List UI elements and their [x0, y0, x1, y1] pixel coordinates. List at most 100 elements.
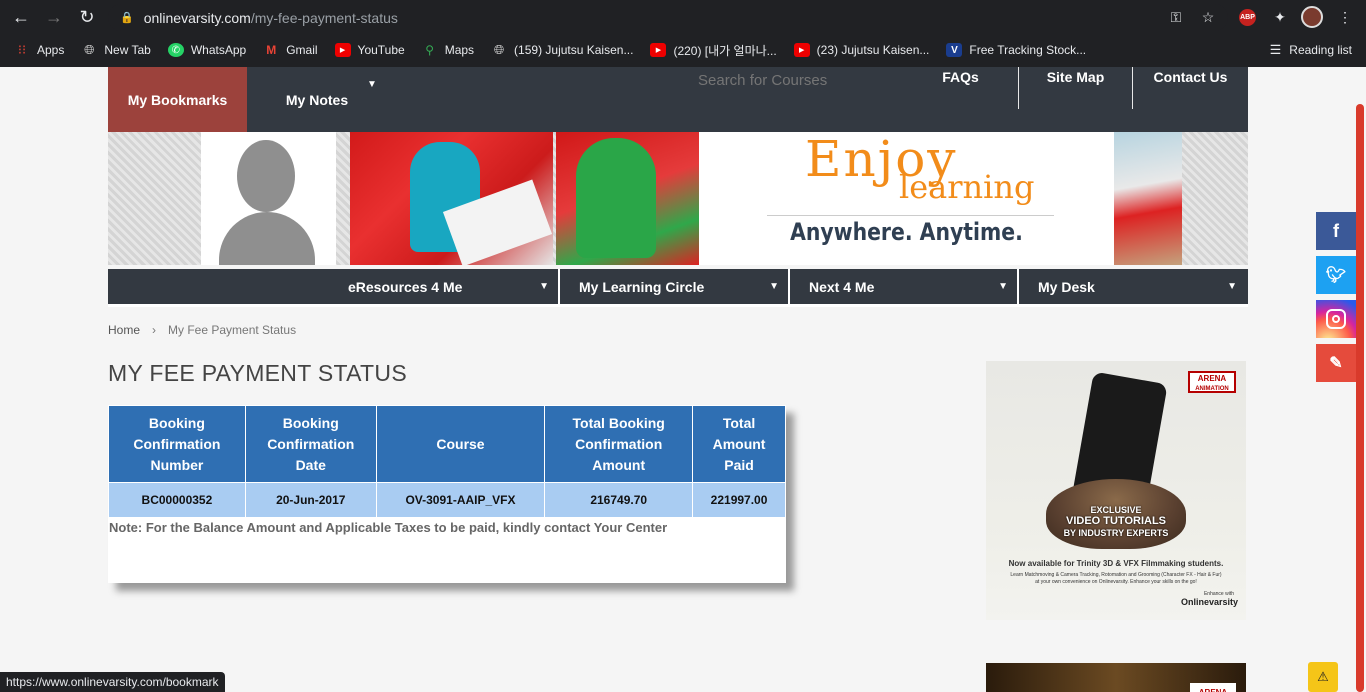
bookmark-whatsapp[interactable]: ✆ WhatsApp — [167, 43, 246, 57]
header-line: Confirmation — [133, 435, 221, 452]
chevron-down-icon: ▼ — [1227, 281, 1237, 292]
bookmark-jujutsu-1[interactable]: 🌐︎ (159) Jujutsu Kaisen... — [491, 42, 634, 57]
col-header-total-amount-paid: Total Amount Paid — [692, 405, 786, 483]
bookmark-apps[interactable]: ⁝⁝ Apps — [14, 42, 65, 57]
nav-eresources[interactable]: eResources 4 Me ▼ — [108, 269, 558, 305]
arena-logo-top: ARENA — [1197, 374, 1227, 383]
header-line: Amount — [592, 456, 646, 473]
instagram-lens — [1332, 315, 1340, 323]
banner-photo-student-laptop — [350, 132, 553, 265]
lock-icon: 🔒 — [120, 12, 134, 24]
profile-banner: Enjoy learning Anywhere. Anytime. — [108, 132, 1248, 265]
gmail-icon: M — [266, 43, 277, 57]
col-header-booking-date: Booking Confirmation Date — [244, 405, 377, 483]
back-arrow-icon[interactable]: ← — [9, 5, 33, 29]
reload-icon[interactable]: ↻ — [75, 5, 99, 29]
arena-animation-ad[interactable]: ARENA ANIMATION EXCLUSIVE VIDEO TUTORIAL… — [986, 361, 1246, 620]
profile-avatar-icon[interactable] — [1301, 6, 1323, 28]
header-line: Number — [150, 456, 204, 473]
v-logo-icon: V — [946, 43, 963, 57]
secondary-nav: eResources 4 Me ▼ My Learning Circle ▼ N… — [108, 269, 1248, 307]
slogan-learning: learning — [899, 168, 1035, 206]
header-line: Date — [295, 456, 326, 473]
chevron-down-icon: ▼ — [769, 281, 779, 292]
menu-kebab-icon[interactable]: ⋮ — [1335, 7, 1355, 27]
bookmark-label: (220) [내가 얼마나... — [673, 43, 777, 58]
avatar-head-shape — [237, 140, 295, 212]
address-bar[interactable]: 🔒 onlinevarsity.com/my-fee-payment-statu… — [108, 4, 1228, 31]
warning-icon[interactable]: ⚠ — [1308, 662, 1338, 692]
ad-headline-1: EXCLUSIVE — [1090, 505, 1142, 515]
chevron-down-icon[interactable]: ▼ — [367, 79, 377, 90]
col-header-total-booking-amount: Total Booking Confirmation Amount — [544, 405, 694, 483]
browser-chrome: ← → ↻ 🔒 onlinevarsity.com/my-fee-payment… — [0, 0, 1366, 67]
profile-avatar-placeholder[interactable] — [201, 132, 336, 265]
facebook-icon[interactable]: f — [1316, 212, 1356, 250]
site-map-link[interactable]: Site Map — [1018, 67, 1132, 109]
twitter-icon[interactable]: 🐦︎ — [1316, 256, 1356, 294]
ad-headline-2: VIDEO TUTORIALS — [1065, 515, 1167, 527]
faqs-link[interactable]: FAQs — [903, 67, 1018, 109]
banner-photo-student-reading — [556, 132, 699, 265]
my-notes-tab[interactable]: My Notes — [247, 67, 387, 132]
bookmark-label: YouTube — [357, 43, 405, 57]
forward-arrow-icon[interactable]: → — [42, 5, 66, 29]
header-line: Confirmation — [267, 435, 355, 452]
table-row: BC00000352 20-Jun-2017 OV-3091-AAIP_VFX … — [108, 482, 786, 518]
breadcrumb: Home › My Fee Payment Status — [108, 323, 296, 337]
page-title: MY FEE PAYMENT STATUS — [108, 360, 407, 386]
bookmark-gmail[interactable]: M Gmail — [263, 43, 317, 57]
nav-label: My Desk — [1038, 279, 1095, 295]
arena-logo-bottom: ANIMATION — [1195, 386, 1229, 392]
bookmark-jujutsu-2[interactable]: ▶ (23) Jujutsu Kaisen... — [793, 43, 930, 57]
header-line: Amount — [712, 435, 766, 452]
extensions-puzzle-icon[interactable]: ✦ — [1270, 7, 1290, 27]
table-header-row: Booking Confirmation Number Booking Conf… — [108, 405, 786, 483]
arena-logo: ARENA — [1190, 683, 1236, 692]
fee-payment-table-card: Booking Confirmation Number Booking Conf… — [108, 405, 786, 583]
nav-learning-circle[interactable]: My Learning Circle ▼ — [558, 269, 788, 305]
star-icon[interactable]: ☆ — [1198, 7, 1218, 27]
nav-next-4-me[interactable]: Next 4 Me ▼ — [788, 269, 1017, 305]
contact-us-link[interactable]: Contact Us — [1132, 67, 1248, 109]
onlinevarsity-logo: Onlinevarsity — [1180, 597, 1238, 607]
breadcrumb-separator-icon: › — [152, 323, 157, 337]
adblock-icon[interactable]: ABP — [1239, 9, 1256, 26]
course-search-input[interactable] — [698, 69, 928, 91]
feedback-edit-icon[interactable]: ✎ — [1316, 344, 1356, 382]
student-figure — [576, 138, 656, 258]
url-path: /my-fee-payment-status — [250, 9, 398, 26]
globe-icon: 🌐︎ — [84, 42, 95, 57]
banner-photo-group — [1114, 132, 1182, 265]
reading-list-button[interactable]: ☰ Reading list — [1270, 42, 1352, 58]
bookmark-label: New Tab — [104, 43, 151, 57]
breadcrumb-home[interactable]: Home — [108, 323, 140, 337]
arena-second-ad[interactable]: ARENA — [986, 663, 1246, 692]
header-line: Course — [436, 435, 485, 452]
youtube-icon: ▶ — [334, 43, 351, 57]
chevron-down-icon: ▼ — [998, 281, 1008, 292]
header-line: Booking — [148, 414, 205, 431]
nav-my-desk[interactable]: My Desk ▼ — [1017, 269, 1246, 305]
youtube-icon: ▶ — [650, 43, 667, 57]
bookmark-free-tracking[interactable]: V Free Tracking Stock... — [946, 43, 1086, 57]
breadcrumb-current: My Fee Payment Status — [168, 323, 297, 337]
bookmark-label: (23) Jujutsu Kaisen... — [816, 43, 930, 57]
bookmark-label: Apps — [37, 43, 65, 57]
key-icon[interactable]: ⚿ — [1166, 7, 1186, 27]
bookmark-youtube-korean[interactable]: ▶ (220) [내가 얼마나... — [650, 42, 777, 59]
bookmark-label: Maps — [444, 43, 475, 57]
bookmark-youtube[interactable]: ▶ YouTube — [334, 43, 405, 57]
youtube-icon: ▶ — [793, 43, 810, 57]
bookmark-label: Gmail — [286, 43, 318, 57]
whatsapp-icon: ✆ — [167, 43, 184, 57]
bookmark-maps[interactable]: ⚲ Maps — [422, 43, 474, 57]
bookmark-label: Free Tracking Stock... — [969, 43, 1087, 57]
instagram-icon[interactable] — [1316, 300, 1356, 338]
page-scrollbar[interactable] — [1356, 104, 1364, 692]
ad-available-text: Now available for Trinity 3D & VFX Filmm… — [1008, 559, 1224, 568]
maps-icon: ⚲ — [425, 43, 435, 57]
my-bookmarks-tab[interactable]: My Bookmarks — [108, 67, 247, 132]
bookmark-new-tab[interactable]: 🌐︎ New Tab — [81, 42, 151, 57]
ad-headline-3: BY INDUSTRY EXPERTS — [1063, 528, 1169, 538]
